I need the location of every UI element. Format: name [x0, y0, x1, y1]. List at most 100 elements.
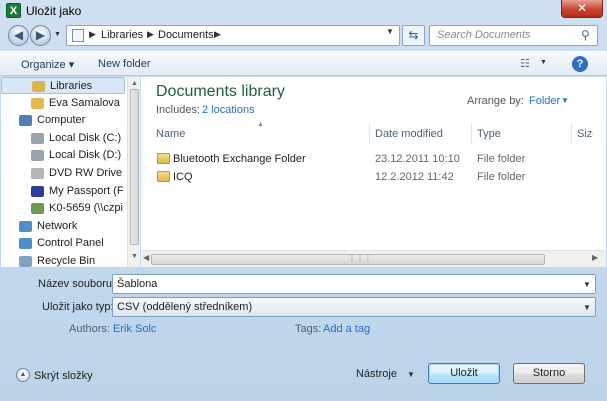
command-bar: Organize ▾ New folder ☷ ▼ ?	[0, 51, 607, 76]
authors-label: Authors:	[69, 323, 110, 335]
close-button[interactable]: ✕	[561, 0, 603, 18]
sidebar-item-label: Control Panel	[37, 237, 104, 250]
file-type: File folder	[477, 153, 526, 165]
breadcrumb-libraries[interactable]: Libraries	[101, 29, 143, 41]
filename-label: Název souboru:	[38, 278, 116, 290]
locations-link[interactable]: 2 locations	[202, 104, 255, 116]
column-header-name[interactable]: Name	[156, 128, 185, 140]
filename-dropdown-icon[interactable]: ▼	[583, 280, 591, 289]
organize-menu-button[interactable]: Organize ▾	[21, 58, 74, 71]
sidebar-item[interactable]: Local Disk (C:)	[1, 130, 125, 148]
sidebar-item-label: DVD RW Drive (	[49, 167, 125, 179]
save-button[interactable]: Uložit	[428, 363, 500, 384]
tools-menu-button[interactable]: Nástroje	[356, 368, 397, 380]
control-panel-icon	[19, 238, 32, 250]
file-row[interactable]: ICQ 12.2.2012 11:42 File folder	[155, 168, 591, 186]
file-name: ICQ	[173, 171, 193, 183]
scroll-up-icon[interactable]: ▲	[128, 80, 141, 87]
filetype-select[interactable]: CSV (oddělený středníkem) ▼	[112, 297, 596, 317]
recent-locations-dropdown-icon[interactable]: ▼	[54, 31, 61, 38]
libraries-icon	[32, 81, 45, 92]
cancel-button[interactable]: Storno	[513, 363, 585, 384]
chevron-right-icon[interactable]: ▶	[89, 29, 96, 40]
arrange-by-dropdown[interactable]: Folder	[529, 95, 560, 107]
sidebar-item-label: My Passport (F	[49, 184, 124, 197]
sidebar-item-label: Local Disk (C:)	[49, 131, 122, 144]
sidebar-item-label: Libraries	[50, 80, 93, 92]
refresh-button[interactable]: ⇆	[402, 25, 425, 46]
authors-field[interactable]: Erik Solc	[113, 323, 156, 335]
file-list-vertical-scroll-area	[593, 77, 606, 250]
sidebar-item[interactable]: Recycle Bin	[1, 253, 125, 271]
scroll-down-icon[interactable]: ▼	[128, 253, 141, 260]
network-drive-icon	[31, 203, 44, 215]
column-divider[interactable]	[471, 123, 472, 145]
location-icon	[72, 29, 84, 42]
arrange-dropdown-icon[interactable]: ▼	[561, 96, 569, 105]
search-box[interactable]: Search Documents ⚲	[429, 25, 598, 46]
sidebar-item[interactable]: DVD RW Drive (	[1, 165, 125, 183]
chevron-right-icon[interactable]: ▶	[214, 29, 221, 40]
includes-label: Includes:	[156, 104, 201, 116]
file-type: File folder	[477, 171, 526, 183]
scroll-left-icon[interactable]: ◀	[143, 253, 149, 262]
sidebar-item[interactable]: My Passport (F	[1, 183, 125, 201]
forward-button[interactable]: ▶	[30, 25, 51, 46]
sidebar-item-label: Eva Samalova	[49, 96, 120, 109]
folder-icon	[157, 171, 170, 182]
sidebar-item-label: K0-5659 (\\czpi	[49, 202, 123, 215]
navigation-pane: Libraries Eva Samalova Computer Local Disk …	[1, 77, 140, 267]
folder-icon	[157, 153, 170, 164]
filename-input[interactable]: Šablona ▼	[112, 274, 596, 294]
filetype-label: Uložit jako typ:	[42, 301, 114, 313]
dvd-icon	[31, 168, 44, 179]
arrange-by-label: Arrange by:	[467, 95, 524, 107]
sidebar-item-label: Recycle Bin	[37, 255, 96, 267]
tools-dropdown-icon[interactable]: ▼	[407, 370, 415, 379]
search-icon[interactable]: ⚲	[581, 28, 590, 42]
navigation-scrollbar[interactable]: ▲ ▼	[127, 77, 140, 267]
column-header-type[interactable]: Type	[477, 128, 501, 140]
new-folder-button[interactable]: New folder	[98, 58, 151, 70]
help-icon[interactable]: ?	[572, 56, 588, 72]
column-divider[interactable]	[571, 123, 572, 145]
title-bar: X Uložit jako ✕	[0, 0, 607, 22]
scroll-right-icon[interactable]: ▶	[592, 253, 598, 262]
excel-app-icon: X	[6, 3, 21, 18]
file-list-pane: Documents library Includes: 2 locations …	[141, 77, 606, 267]
sidebar-item[interactable]: Control Panel	[1, 235, 125, 253]
address-dropdown-icon[interactable]: ▼	[386, 27, 394, 36]
tags-field[interactable]: Add a tag	[323, 323, 370, 335]
scrollbar-thumb[interactable]	[130, 89, 139, 245]
column-divider[interactable]	[369, 123, 370, 145]
sidebar-item[interactable]: Computer	[1, 112, 125, 130]
filetype-value[interactable]: CSV (oddělený středníkem)	[117, 301, 252, 313]
sidebar-item[interactable]: Local Disk (D:)	[1, 147, 125, 165]
collapse-up-icon[interactable]: ▲	[16, 368, 30, 382]
horizontal-scrollbar[interactable]: ◀ ⋮⋮⋮ ▶	[141, 250, 606, 267]
search-placeholder[interactable]: Search Documents	[437, 29, 531, 41]
chevron-right-icon[interactable]: ▶	[147, 29, 154, 40]
user-folder-icon	[31, 97, 44, 109]
navigation-tree: Libraries Eva Samalova Computer Local Disk …	[1, 77, 127, 267]
breadcrumb-documents[interactable]: Documents	[158, 29, 214, 41]
grip-icon: ⋮⋮⋮	[348, 254, 372, 263]
tags-label: Tags:	[295, 323, 322, 335]
filetype-dropdown-icon[interactable]: ▼	[583, 303, 591, 312]
window-title: Uložit jako	[26, 4, 82, 18]
column-header-date-modified[interactable]: Date modified	[375, 128, 443, 140]
back-button[interactable]: ◀	[8, 25, 29, 46]
sidebar-item[interactable]: Network	[1, 218, 125, 236]
recycle-bin-icon	[19, 256, 32, 267]
sort-ascending-icon: ▲	[257, 121, 264, 128]
filename-value[interactable]: Šablona	[117, 278, 157, 290]
file-row[interactable]: Bluetooth Exchange Folder 23.12.2011 10:…	[155, 150, 591, 168]
address-bar[interactable]: ▶ Libraries ▶ Documents ▶	[66, 25, 400, 46]
scrollbar-thumb[interactable]: ⋮⋮⋮	[151, 254, 545, 265]
sidebar-item[interactable]: K0-5659 (\\czpi	[1, 200, 125, 218]
views-icon[interactable]: ☷	[520, 57, 530, 70]
sidebar-item[interactable]: Libraries	[1, 77, 125, 94]
sidebar-item[interactable]: Eva Samalova	[1, 95, 125, 113]
hide-folders-button[interactable]: Skrýt složky	[34, 370, 93, 382]
views-dropdown-icon[interactable]: ▼	[540, 59, 547, 66]
